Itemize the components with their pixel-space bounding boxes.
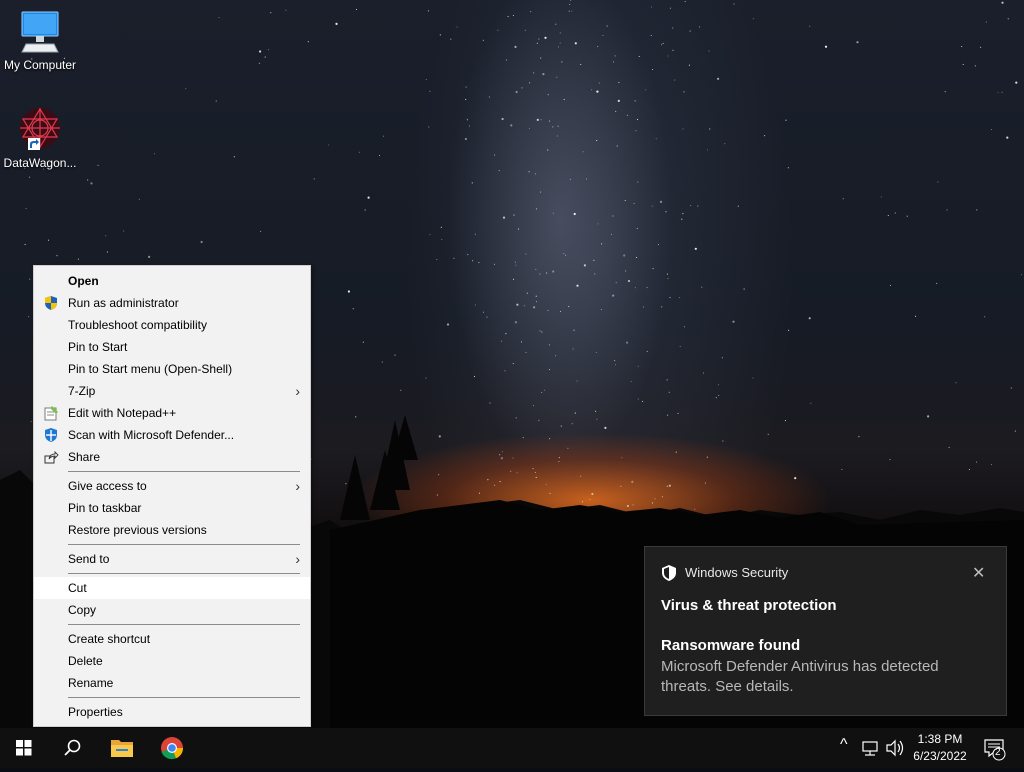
start-button[interactable] [0, 728, 48, 768]
computer-icon [16, 8, 64, 56]
menu-item-share[interactable]: Share [34, 446, 310, 468]
menu-item-delete[interactable]: Delete [34, 650, 310, 672]
menu-item-label: Properties [68, 705, 123, 719]
menu-item-label: Edit with Notepad++ [68, 406, 177, 420]
menu-item-label: Pin to Start [68, 340, 128, 354]
tray-chevron-icon[interactable]: ^ [840, 736, 848, 754]
windows-logo-icon [16, 740, 32, 756]
desktop-icon-datawagon[interactable]: DataWagon... [0, 106, 80, 170]
menu-item-run-as-administrator[interactable]: Run as administrator [34, 292, 310, 314]
menu-item-label: Pin to taskbar [68, 501, 142, 515]
notification-body[interactable]: Microsoft Defender Antivirus has detecte… [661, 657, 981, 697]
desktop-icon-label: DataWagon... [3, 156, 77, 170]
menu-separator [68, 573, 300, 574]
uac-shield-icon [43, 295, 59, 311]
menu-item-properties[interactable]: Properties [34, 701, 310, 723]
notification-count-badge: 2 [995, 747, 1001, 758]
search-icon [64, 739, 81, 756]
menu-item-pin-to-start[interactable]: Pin to Start [34, 336, 310, 358]
menu-separator [68, 697, 300, 698]
menu-item-create-shortcut[interactable]: Create shortcut [34, 628, 310, 650]
menu-item-copy[interactable]: Copy [34, 599, 310, 621]
desktop-icon-label: My Computer [3, 58, 77, 72]
action-center-button[interactable]: 2 [980, 728, 1010, 768]
menu-item-send-to[interactable]: Send to › [34, 548, 310, 570]
menu-item-label: Troubleshoot compatibility [68, 318, 207, 332]
menu-item-restore-previous-versions[interactable]: Restore previous versions [34, 519, 310, 541]
menu-item-give-access-to[interactable]: Give access to › [34, 475, 310, 497]
menu-item-edit-with-notepad[interactable]: Edit with Notepad++ [34, 402, 310, 424]
chrome-button[interactable] [148, 728, 196, 768]
shield-icon [661, 564, 677, 587]
chevron-right-icon: › [295, 383, 300, 399]
menu-item-rename[interactable]: Rename [34, 672, 310, 694]
menu-item-label: Run as administrator [68, 296, 179, 310]
menu-item-label: Give access to [68, 479, 147, 493]
menu-item-scan-with-microsoft-defender[interactable]: Scan with Microsoft Defender... [34, 424, 310, 446]
menu-item-label: 7-Zip [68, 384, 96, 398]
taskbar: ^ 1:38 PM 6/23/2022 2 [0, 728, 1024, 768]
menu-item-pin-to-start-menu-open-shell[interactable]: Pin to Start menu (Open-Shell) [34, 358, 310, 380]
menu-item-cut[interactable]: Cut [34, 577, 310, 599]
notification-title: Virus & threat protection [661, 597, 837, 614]
desktop-icon-my-computer[interactable]: My Computer [0, 8, 80, 72]
menu-item-label: Pin to Start menu (Open-Shell) [68, 362, 233, 376]
clock[interactable]: 1:38 PM 6/23/2022 [906, 731, 974, 765]
menu-item-7-zip[interactable]: 7-Zip › [34, 380, 310, 402]
menu-item-open[interactable]: Open [34, 270, 310, 292]
menu-item-label: Restore previous versions [68, 523, 207, 537]
security-notification[interactable]: Windows Security ✕ Virus & threat protec… [644, 546, 1007, 716]
search-button[interactable] [48, 728, 96, 768]
datawagon-shortcut-icon [16, 106, 64, 154]
context-menu: Open Run as administrator Troubleshoot com… [33, 265, 311, 727]
notification-app-name: Windows Security [685, 565, 789, 580]
clock-time: 1:38 PM [917, 732, 963, 746]
menu-item-label: Send to [68, 552, 110, 566]
menu-item-troubleshoot-compatibility[interactable]: Troubleshoot compatibility [34, 314, 310, 336]
notepad-plus-plus-icon [43, 405, 59, 421]
defender-icon [43, 427, 59, 443]
menu-separator [68, 544, 300, 545]
file-explorer-button[interactable] [98, 728, 146, 768]
notification-subtitle: Ransomware found [661, 637, 801, 654]
menu-item-label: Open [68, 274, 99, 288]
chevron-right-icon: › [295, 478, 300, 494]
menu-item-label: Copy [68, 603, 97, 617]
clock-date: 6/23/2022 [913, 749, 967, 763]
menu-item-label: Rename [68, 676, 114, 690]
folder-icon [111, 740, 133, 757]
share-icon [43, 449, 59, 465]
menu-item-label: Delete [68, 654, 103, 668]
menu-item-pin-to-taskbar[interactable]: Pin to taskbar [34, 497, 310, 519]
chevron-right-icon: › [295, 551, 300, 567]
network-icon[interactable] [860, 728, 882, 768]
menu-item-label: Share [68, 450, 101, 464]
menu-item-label: Cut [68, 581, 87, 595]
menu-separator [68, 624, 300, 625]
menu-item-label: Create shortcut [68, 632, 151, 646]
close-icon[interactable]: ✕ [972, 563, 985, 583]
chrome-icon [161, 737, 184, 760]
menu-item-label: Scan with Microsoft Defender... [68, 428, 235, 442]
menu-separator [68, 471, 300, 472]
volume-icon[interactable] [884, 728, 906, 768]
